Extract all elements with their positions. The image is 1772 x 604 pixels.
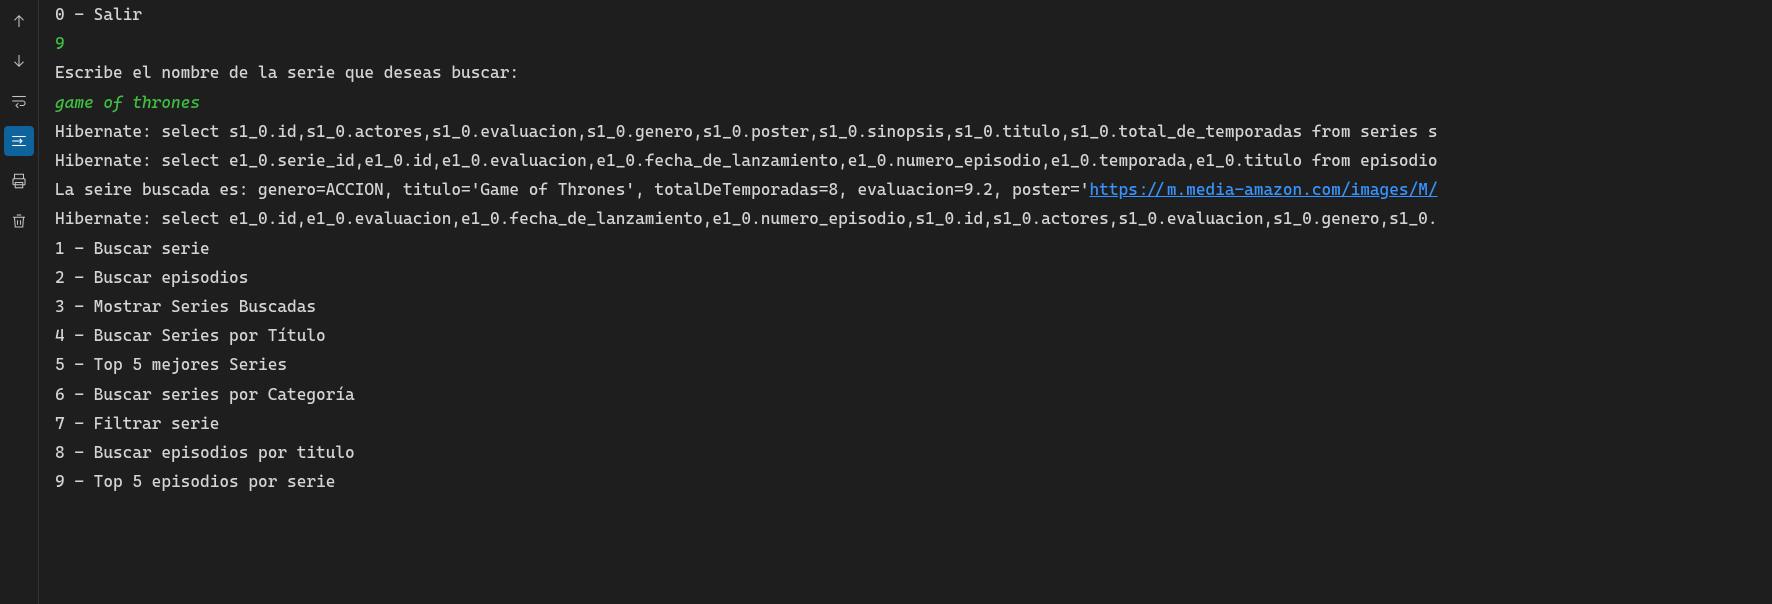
menu-item: 5 - Top 5 mejores Series [55, 350, 1772, 379]
trash-icon[interactable] [4, 206, 34, 236]
app-container: 0 - Salir 9 Escribe el nombre de la seri… [0, 0, 1772, 604]
console-line: Hibernate: select s1_0.id,s1_0.actores,s… [55, 117, 1772, 146]
menu-item: 7 - Filtrar serie [55, 409, 1772, 438]
scroll-to-end-icon[interactable] [4, 126, 34, 156]
console-line: Hibernate: select e1_0.id,e1_0.evaluacio… [55, 204, 1772, 233]
console-line: La seire buscada es: genero=ACCION, titu… [55, 175, 1772, 204]
menu-item: 1 - Buscar serie [55, 234, 1772, 263]
menu-item: 6 - Buscar series por Categoría [55, 380, 1772, 409]
result-text: La seire buscada es: genero=ACCION, titu… [55, 180, 1089, 199]
console-line: 0 - Salir [55, 0, 1772, 29]
console-output[interactable]: 0 - Salir 9 Escribe el nombre de la seri… [39, 0, 1772, 604]
poster-link[interactable]: https://m.media-amazon.com/images/M/ [1089, 180, 1437, 199]
arrow-down-icon[interactable] [4, 46, 34, 76]
menu-item: 8 - Buscar episodios por titulo [55, 438, 1772, 467]
console-prompt: Escribe el nombre de la serie que deseas… [55, 58, 1772, 87]
word-wrap-icon[interactable] [4, 86, 34, 116]
menu-item: 9 - Top 5 episodios por serie [55, 467, 1772, 496]
console-input-number: 9 [55, 29, 1772, 58]
console-input-text: game of thrones [55, 88, 1772, 117]
menu-item: 2 - Buscar episodios [55, 263, 1772, 292]
arrow-up-icon[interactable] [4, 6, 34, 36]
menu-item: 4 - Buscar Series por Título [55, 321, 1772, 350]
console-toolbar [0, 0, 38, 604]
menu-item: 3 - Mostrar Series Buscadas [55, 292, 1772, 321]
print-icon[interactable] [4, 166, 34, 196]
console-line: Hibernate: select e1_0.serie_id,e1_0.id,… [55, 146, 1772, 175]
